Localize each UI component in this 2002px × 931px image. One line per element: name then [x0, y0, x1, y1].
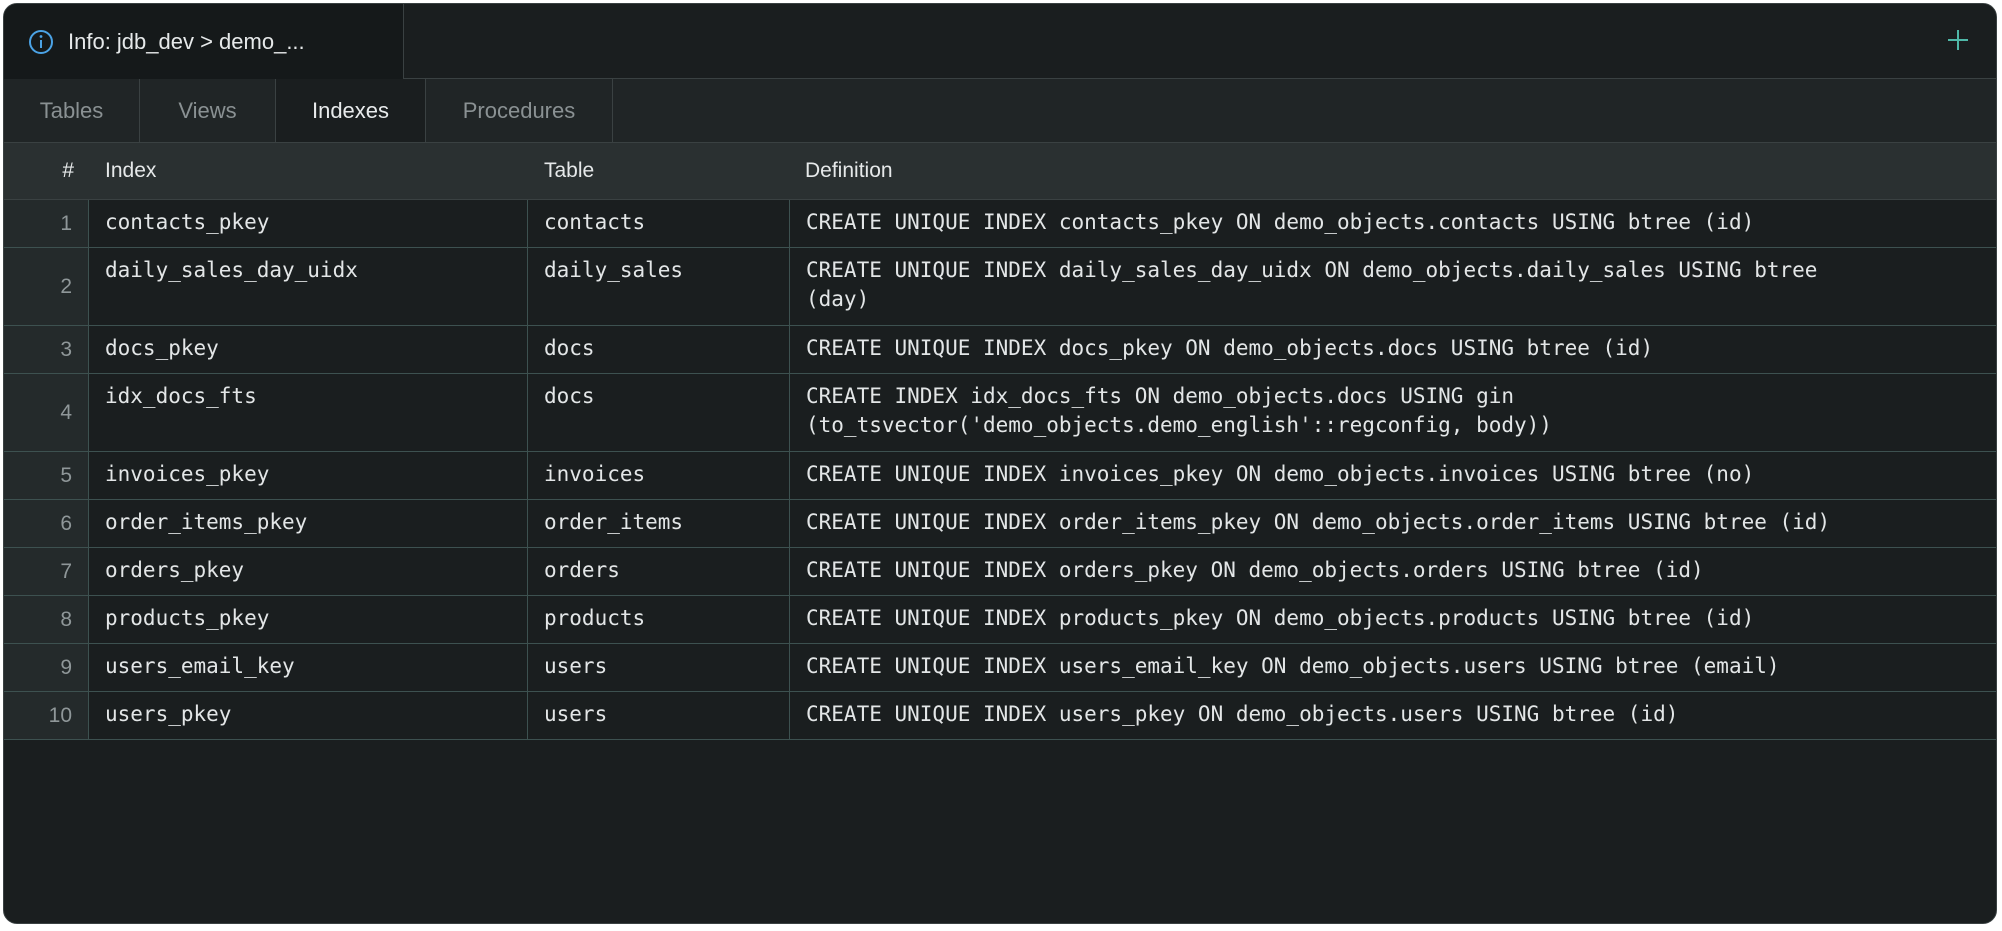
index-name-cell[interactable]: daily_sales_day_uidx — [89, 248, 528, 325]
index-name-cell[interactable]: products_pkey — [89, 596, 528, 643]
table-name-cell[interactable]: orders — [528, 548, 790, 595]
index-name-cell[interactable]: invoices_pkey — [89, 452, 528, 499]
row-number-cell[interactable]: 2 — [4, 248, 89, 325]
table-name-cell[interactable]: order_items — [528, 500, 790, 547]
table-name-cell[interactable]: docs — [528, 374, 790, 451]
index-name-cell[interactable]: orders_pkey — [89, 548, 528, 595]
index-name-cell[interactable]: idx_docs_fts — [89, 374, 528, 451]
table-name-cell[interactable]: docs — [528, 326, 790, 373]
table-name-cell[interactable]: invoices — [528, 452, 790, 499]
column-header-definition[interactable]: Definition — [805, 143, 893, 199]
column-header-table[interactable]: Table — [544, 143, 594, 199]
info-panel-window: Info: jdb_dev > demo_... Tables Views In… — [3, 3, 1997, 924]
definition-cell[interactable]: CREATE INDEX idx_docs_fts ON demo_object… — [790, 374, 1996, 451]
table-name-cell[interactable]: users — [528, 692, 790, 739]
document-tab-title: Info: jdb_dev > demo_... — [68, 28, 305, 54]
definition-cell[interactable]: CREATE UNIQUE INDEX contacts_pkey ON dem… — [790, 200, 1996, 247]
table-name-cell[interactable]: products — [528, 596, 790, 643]
index-name-cell[interactable]: users_pkey — [89, 692, 528, 739]
definition-cell[interactable]: CREATE UNIQUE INDEX daily_sales_day_uidx… — [790, 248, 1996, 325]
table-name-cell[interactable]: daily_sales — [528, 248, 790, 325]
tab-tables-label: Tables — [39, 97, 104, 123]
index-name-cell[interactable]: contacts_pkey — [89, 200, 528, 247]
table-name-cell[interactable]: users — [528, 644, 790, 691]
table-row[interactable]: 3 docs_pkey docs CREATE UNIQUE INDEX docs_p… — [4, 326, 1996, 374]
add-tab-button[interactable] — [1940, 22, 1976, 58]
tab-indexes[interactable]: Indexes — [276, 79, 426, 142]
table-row[interactable]: 9 users_email_key users CREATE UNIQUE INDEX… — [4, 644, 1996, 692]
row-number-cell[interactable]: 10 — [4, 692, 89, 739]
info-icon — [28, 29, 54, 55]
definition-cell[interactable]: CREATE UNIQUE INDEX docs_pkey ON demo_ob… — [790, 326, 1996, 373]
document-tab-bar: Info: jdb_dev > demo_... — [4, 4, 1996, 79]
row-number-cell[interactable]: 1 — [4, 200, 89, 247]
row-number-cell[interactable]: 3 — [4, 326, 89, 373]
definition-cell[interactable]: CREATE UNIQUE INDEX order_items_pkey ON … — [790, 500, 1996, 547]
index-name-cell[interactable]: order_items_pkey — [89, 500, 528, 547]
table-row[interactable]: 1 contacts_pkey contacts CREATE UNIQUE INDE… — [4, 200, 1996, 248]
row-number-cell[interactable]: 5 — [4, 452, 89, 499]
definition-cell[interactable]: CREATE UNIQUE INDEX products_pkey ON dem… — [790, 596, 1996, 643]
document-tab[interactable]: Info: jdb_dev > demo_... — [4, 4, 404, 79]
definition-cell[interactable]: CREATE UNIQUE INDEX users_email_key ON d… — [790, 644, 1996, 691]
row-number-cell[interactable]: 9 — [4, 644, 89, 691]
table-name-cell[interactable]: contacts — [528, 200, 790, 247]
table-row[interactable]: 5 invoices_pkey invoices CREATE UNIQUE INDE… — [4, 452, 1996, 500]
tab-tables[interactable]: Tables — [4, 79, 140, 142]
grid-header: # Index Table Definition — [4, 143, 1996, 200]
tab-procedures[interactable]: Procedures — [426, 79, 613, 142]
table-row[interactable]: 6 order_items_pkey order_items CREATE UNIQU… — [4, 500, 1996, 548]
column-header-row-number[interactable]: # — [4, 143, 74, 199]
index-name-cell[interactable]: docs_pkey — [89, 326, 528, 373]
column-header-index[interactable]: Index — [105, 143, 156, 199]
row-number-cell[interactable]: 4 — [4, 374, 89, 451]
definition-cell[interactable]: CREATE UNIQUE INDEX invoices_pkey ON dem… — [790, 452, 1996, 499]
definition-cell[interactable]: CREATE UNIQUE INDEX users_pkey ON demo_o… — [790, 692, 1996, 739]
definition-cell[interactable]: CREATE UNIQUE INDEX orders_pkey ON demo_… — [790, 548, 1996, 595]
tab-indexes-label: Indexes — [311, 97, 390, 123]
tab-views-label: Views — [178, 97, 237, 123]
table-row[interactable]: 10 users_pkey users CREATE UNIQUE INDEX use… — [4, 692, 1996, 740]
tab-procedures-label: Procedures — [462, 97, 576, 123]
row-number-cell[interactable]: 7 — [4, 548, 89, 595]
tab-views[interactable]: Views — [140, 79, 276, 142]
row-number-cell[interactable]: 6 — [4, 500, 89, 547]
plus-icon — [1948, 30, 1968, 50]
row-number-cell[interactable]: 8 — [4, 596, 89, 643]
index-name-cell[interactable]: users_email_key — [89, 644, 528, 691]
object-type-tabs: Tables Views Indexes Procedures — [4, 79, 1996, 143]
table-row[interactable]: 2 daily_sales_day_uidx daily_sales CREATE U… — [4, 248, 1996, 326]
table-row[interactable]: 8 products_pkey products CREATE UNIQUE INDE… — [4, 596, 1996, 644]
table-row[interactable]: 7 orders_pkey orders CREATE UNIQUE INDEX or… — [4, 548, 1996, 596]
table-row[interactable]: 4 idx_docs_fts docs CREATE INDEX idx_docs_f… — [4, 374, 1996, 452]
